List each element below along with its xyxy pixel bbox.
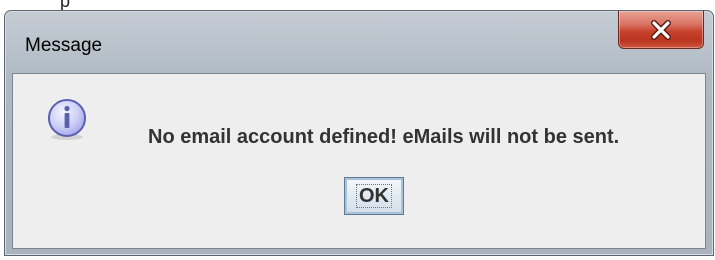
info-icon	[48, 99, 86, 140]
ok-button[interactable]: OK	[344, 177, 404, 215]
message-dialog: Message No email account defined! eMails…	[4, 10, 714, 256]
dialog-content: No email account defined! eMails will no…	[12, 73, 706, 249]
title-bar[interactable]: Message	[5, 11, 713, 73]
close-button[interactable]	[618, 11, 704, 49]
close-icon	[651, 19, 671, 40]
window-title: Message	[25, 35, 103, 56]
ok-button-label: OK	[356, 184, 392, 208]
dialog-message: No email account defined! eMails will no…	[148, 126, 620, 148]
